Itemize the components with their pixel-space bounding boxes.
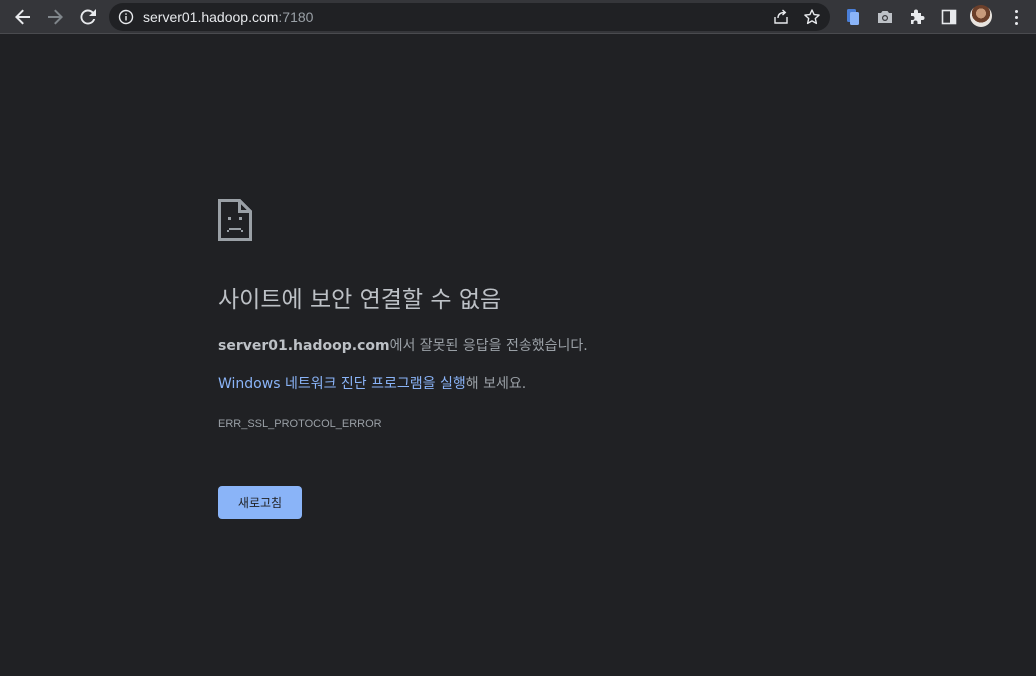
error-description: server01.hadoop.com에서 잘못된 응답을 전송했습니다. — [218, 336, 588, 356]
address-bar[interactable]: server01.hadoop.com:7180 — [109, 3, 830, 31]
camera-icon — [878, 11, 892, 23]
browser-toolbar: server01.hadoop.com:7180 — [0, 0, 1036, 34]
error-code: ERR_SSL_PROTOCOL_ERROR — [218, 418, 382, 430]
sad-page-icon — [218, 199, 252, 241]
arrow-left-icon — [15, 9, 30, 25]
url-text[interactable]: server01.hadoop.com:7180 — [143, 9, 313, 25]
reload-button[interactable] — [74, 3, 102, 31]
bookmark-button[interactable] — [802, 7, 822, 27]
error-description-text: 에서 잘못된 응답을 전송했습니다. — [389, 338, 588, 354]
error-title: 사이트에 보안 연결할 수 없음 — [218, 287, 502, 313]
arrow-right-icon — [48, 9, 63, 25]
more-vert-icon[interactable] — [1006, 6, 1026, 28]
puzzle-icon — [911, 9, 925, 24]
extension-camera-button[interactable] — [871, 3, 899, 31]
network-diagnostics-link[interactable]: Windows 네트워크 진단 프로그램을 실행 — [218, 376, 466, 392]
menu-dot — [1014, 21, 1018, 25]
menu-dot — [1014, 15, 1018, 19]
share-button[interactable] — [771, 7, 791, 27]
suggestion-text: 해 보세요. — [465, 376, 527, 392]
back-button[interactable] — [9, 3, 37, 31]
info-icon[interactable] — [118, 9, 134, 25]
url-host: server01.hadoop.com — [143, 9, 279, 25]
extensions-button[interactable] — [903, 3, 931, 31]
star-icon — [804, 9, 820, 25]
document-icon — [847, 9, 859, 25]
extension-document-button[interactable] — [839, 3, 867, 31]
error-host: server01.hadoop.com — [218, 338, 390, 354]
suggestion: Windows 네트워크 진단 프로그램을 실행해 보세요. — [218, 374, 526, 394]
reload-icon — [80, 9, 96, 25]
side-panel-button[interactable] — [935, 3, 963, 31]
profile-avatar[interactable] — [970, 5, 992, 27]
menu-dot — [1014, 9, 1018, 13]
side-panel-icon — [941, 9, 957, 25]
url-port: :7180 — [278, 9, 314, 25]
forward-button[interactable] — [41, 3, 69, 31]
share-icon — [774, 9, 788, 24]
reload-page-button[interactable]: 새로고침 — [218, 486, 302, 519]
